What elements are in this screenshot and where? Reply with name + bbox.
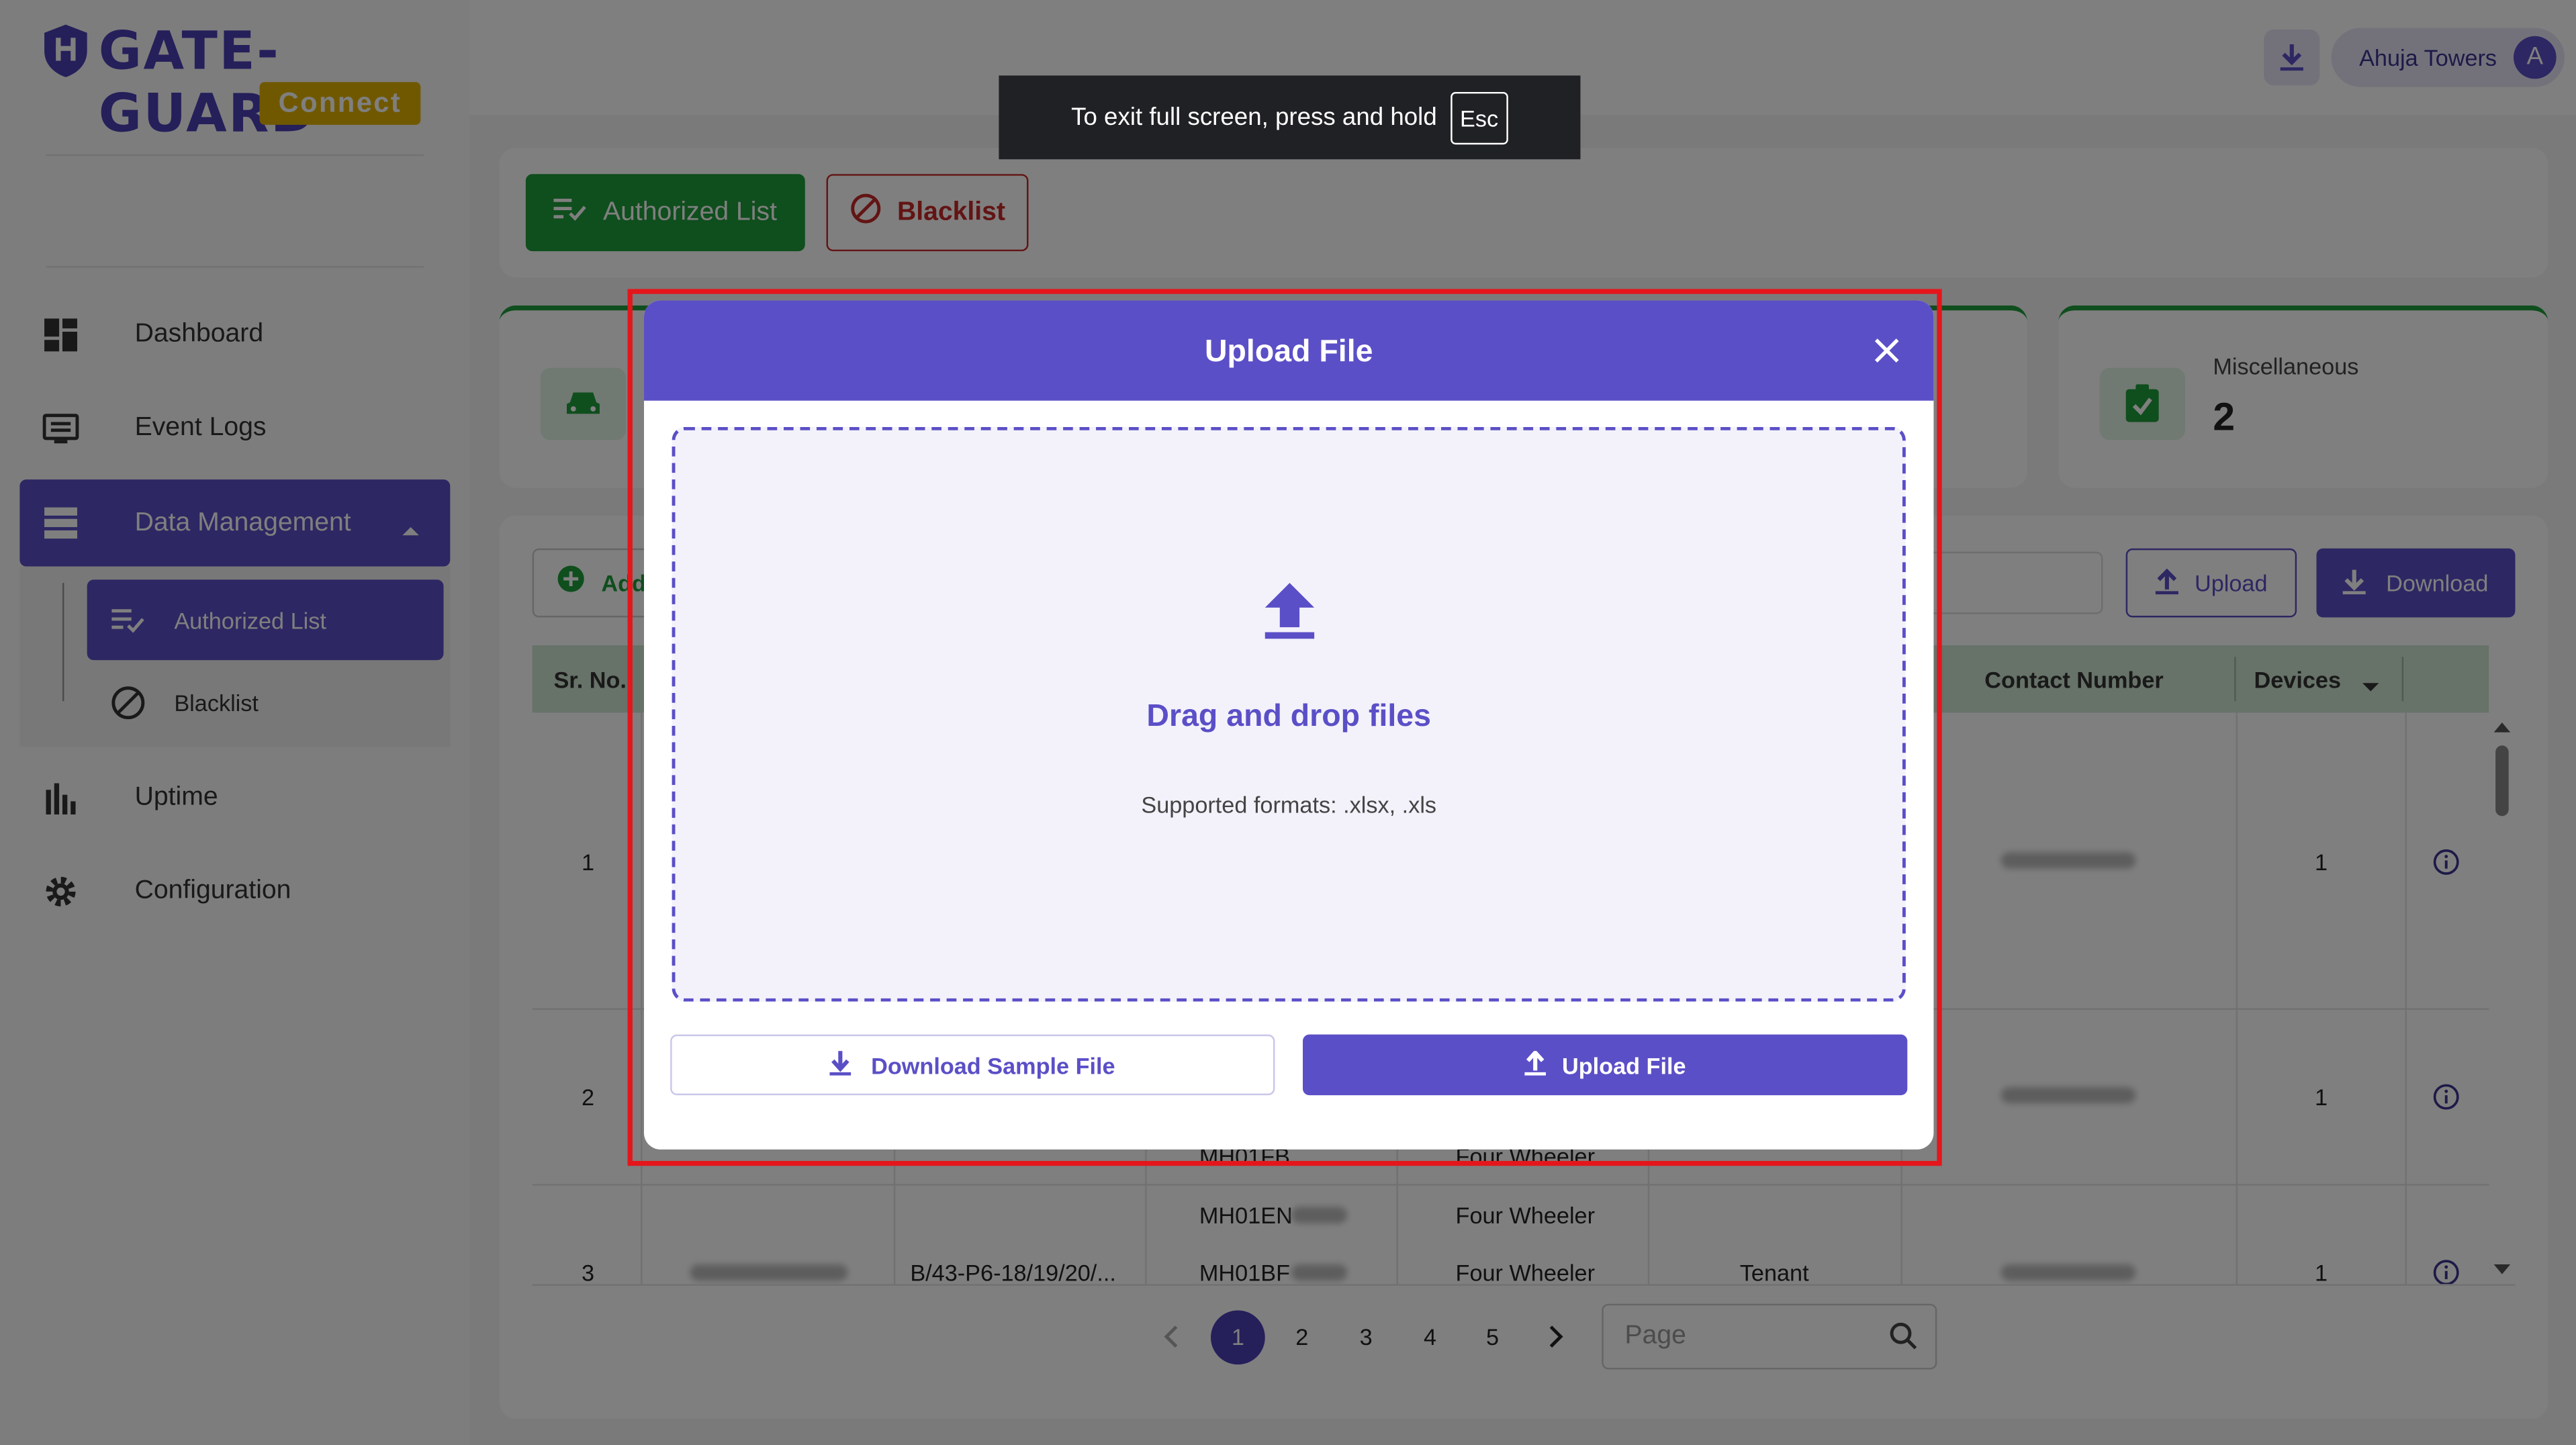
esc-key-badge: Esc bbox=[1450, 91, 1508, 144]
toast-text: To exit full screen, press and hold bbox=[1071, 103, 1437, 132]
app-root: GATE-GUARD Connect Dashboard Event Logs … bbox=[0, 0, 2576, 1445]
highlight-box bbox=[627, 289, 1942, 1166]
fullscreen-exit-toast: To exit full screen, press and hold Esc bbox=[999, 75, 1581, 160]
